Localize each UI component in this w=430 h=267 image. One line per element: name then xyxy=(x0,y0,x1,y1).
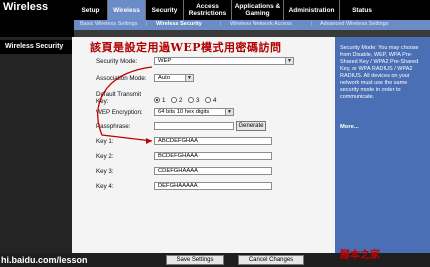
tab-security[interactable]: Security xyxy=(145,0,183,20)
watermark-logo: 腳本之家 xyxy=(340,250,380,261)
save-settings-button[interactable]: Save Settings xyxy=(166,255,224,265)
help-more-link[interactable]: More... xyxy=(340,124,359,130)
tab-administration[interactable]: Administration xyxy=(283,0,339,20)
help-text: Security Mode: You may choose from Disab… xyxy=(340,45,419,100)
wireless-subnav: Basic Wireless Settings | Wireless Secur… xyxy=(74,20,430,30)
subnav-separator: | xyxy=(311,21,313,27)
subnav-separator: | xyxy=(220,21,222,27)
section-title: Wireless Security xyxy=(0,40,72,54)
header-band xyxy=(0,13,74,37)
subnav-wireless-security[interactable]: Wireless Security xyxy=(156,21,202,27)
annotation-text: 該頁是設定用過WEP模式用密碼訪問 xyxy=(90,41,282,54)
subnav-network-access[interactable]: Wireless Network Access xyxy=(230,21,292,27)
annotation-arrow xyxy=(97,66,153,144)
watermark-url: hi.baidu.com/lesson xyxy=(1,255,88,265)
tab-applications-gaming[interactable]: Applications & Gaming xyxy=(231,0,283,20)
tab-status[interactable]: Status xyxy=(339,0,384,20)
tab-wireless[interactable]: Wireless xyxy=(107,0,145,20)
main-tabbar: Setup Wireless Security Access Restricti… xyxy=(74,0,430,20)
help-panel: Security Mode: You may choose from Disab… xyxy=(335,37,430,253)
tab-setup[interactable]: Setup xyxy=(74,0,107,20)
subnav-basic-wireless[interactable]: Basic Wireless Settings xyxy=(80,21,137,27)
left-column xyxy=(0,37,72,253)
settings-panel: Security Mode: WEP ▼ Association Mode: A… xyxy=(72,37,335,253)
header-divider xyxy=(74,30,430,37)
brand-logo: Wireless xyxy=(0,0,74,13)
tab-access-restrictions[interactable]: Access Restrictions xyxy=(183,0,231,20)
subnav-advanced-wireless[interactable]: Advanced Wireless Settings xyxy=(320,21,388,27)
cancel-changes-button[interactable]: Cancel Changes xyxy=(238,255,304,265)
subnav-separator: | xyxy=(146,21,148,27)
